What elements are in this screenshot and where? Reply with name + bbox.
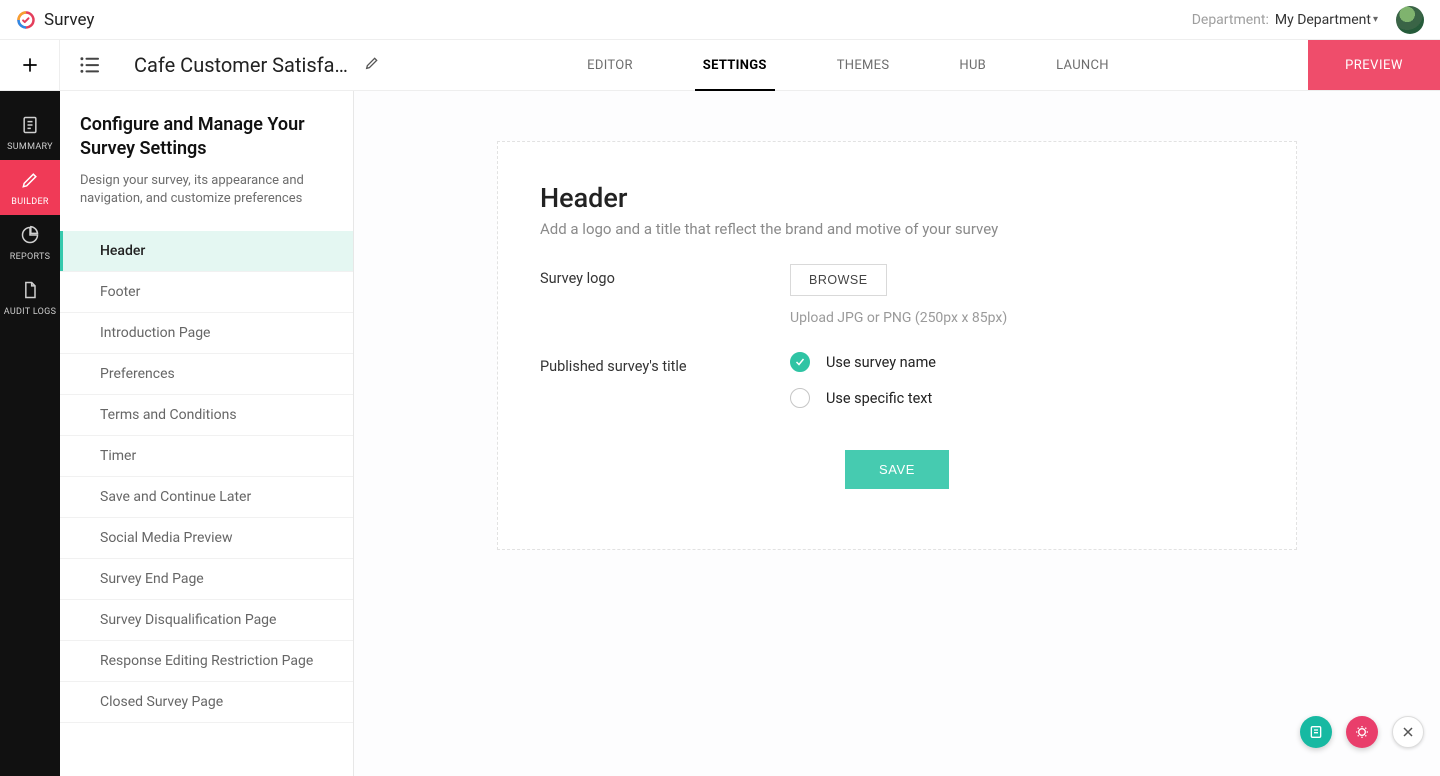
- settings-item-preferences[interactable]: Preferences: [60, 354, 353, 395]
- upload-hint: Upload JPG or PNG (250px x 85px): [790, 310, 1254, 326]
- avatar[interactable]: [1396, 6, 1424, 34]
- settings-sidebar: Configure and Manage Your Survey Setting…: [60, 91, 354, 776]
- settings-item-survey-end-page[interactable]: Survey End Page: [60, 559, 353, 600]
- survey-title-area: Cafe Customer Satisfacti...: [120, 40, 388, 90]
- pencil-icon: [20, 170, 40, 193]
- rail-label: SUMMARY: [7, 142, 53, 152]
- save-button[interactable]: SAVE: [845, 450, 949, 489]
- settings-sidebar-title: Configure and Manage Your Survey Setting…: [80, 113, 331, 162]
- panel-subtitle: Add a logo and a title that reflect the …: [540, 220, 1254, 238]
- fab-help-button[interactable]: [1346, 716, 1378, 748]
- list-toggle-button[interactable]: [60, 40, 120, 90]
- nav-settings[interactable]: SETTINGS: [703, 40, 767, 90]
- survey-title: Cafe Customer Satisfacti...: [134, 53, 354, 77]
- department-dropdown[interactable]: My Department: [1275, 12, 1371, 28]
- settings-list: HeaderFooterIntroduction PagePreferences…: [60, 231, 353, 723]
- settings-item-response-editing-restriction-page[interactable]: Response Editing Restriction Page: [60, 641, 353, 682]
- radio-label: Use specific text: [826, 390, 932, 407]
- rail-label: BUILDER: [11, 197, 48, 207]
- add-button[interactable]: [0, 40, 60, 90]
- browse-button[interactable]: BROWSE: [790, 264, 887, 296]
- radio-indicator: [790, 352, 810, 372]
- nav-launch[interactable]: LAUNCH: [1056, 40, 1109, 90]
- rail-audit-logs[interactable]: AUDIT LOGS: [0, 270, 60, 325]
- settings-item-footer[interactable]: Footer: [60, 272, 353, 313]
- pie-icon: [20, 225, 40, 248]
- nav-editor[interactable]: EDITOR: [587, 40, 633, 90]
- radio-use-survey-name[interactable]: Use survey name: [790, 352, 1254, 372]
- rail-builder[interactable]: BUILDER: [0, 160, 60, 215]
- file-icon: [20, 280, 40, 303]
- app-logo-icon: [16, 10, 36, 30]
- rail-label: AUDIT LOGS: [4, 307, 57, 317]
- left-rail: SUMMARY BUILDER REPORTS AUDIT LOGS: [0, 91, 60, 776]
- main-content: Header Add a logo and a title that refle…: [354, 91, 1440, 776]
- settings-item-terms-and-conditions[interactable]: Terms and Conditions: [60, 395, 353, 436]
- preview-button[interactable]: PREVIEW: [1308, 40, 1440, 90]
- radio-label: Use survey name: [826, 354, 936, 371]
- doc-icon: [20, 115, 40, 138]
- floating-actions: [1300, 716, 1424, 748]
- settings-sidebar-desc: Design your survey, its appearance and n…: [80, 172, 331, 210]
- survey-logo-label: Survey logo: [540, 264, 790, 287]
- main-nav: EDITOR SETTINGS THEMES HUB LAUNCH: [388, 40, 1308, 90]
- settings-item-save-and-continue-later[interactable]: Save and Continue Later: [60, 477, 353, 518]
- department-label: Department:: [1192, 12, 1269, 28]
- fab-notes-button[interactable]: [1300, 716, 1332, 748]
- nav-themes[interactable]: THEMES: [837, 40, 890, 90]
- settings-item-introduction-page[interactable]: Introduction Page: [60, 313, 353, 354]
- settings-item-survey-disqualification-page[interactable]: Survey Disqualification Page: [60, 600, 353, 641]
- nav-hub[interactable]: HUB: [959, 40, 986, 90]
- rail-summary[interactable]: SUMMARY: [0, 105, 60, 160]
- fab-close-button[interactable]: [1392, 716, 1424, 748]
- radio-indicator: [790, 388, 810, 408]
- chevron-down-icon[interactable]: ▾: [1373, 14, 1378, 25]
- rail-label: REPORTS: [10, 252, 50, 262]
- published-title-label: Published survey's title: [540, 352, 790, 375]
- settings-item-social-media-preview[interactable]: Social Media Preview: [60, 518, 353, 559]
- settings-item-timer[interactable]: Timer: [60, 436, 353, 477]
- settings-item-closed-survey-page[interactable]: Closed Survey Page: [60, 682, 353, 723]
- brand-bar: Survey Department: My Department ▾: [0, 0, 1440, 40]
- app-name: Survey: [44, 10, 94, 30]
- radio-use-specific-text[interactable]: Use specific text: [790, 388, 1254, 408]
- header-settings-panel: Header Add a logo and a title that refle…: [497, 141, 1297, 550]
- toolbar: Cafe Customer Satisfacti... EDITOR SETTIN…: [0, 40, 1440, 91]
- panel-title: Header: [540, 182, 1254, 214]
- rail-reports[interactable]: REPORTS: [0, 215, 60, 270]
- edit-title-button[interactable]: [364, 55, 380, 75]
- settings-item-header[interactable]: Header: [60, 231, 353, 272]
